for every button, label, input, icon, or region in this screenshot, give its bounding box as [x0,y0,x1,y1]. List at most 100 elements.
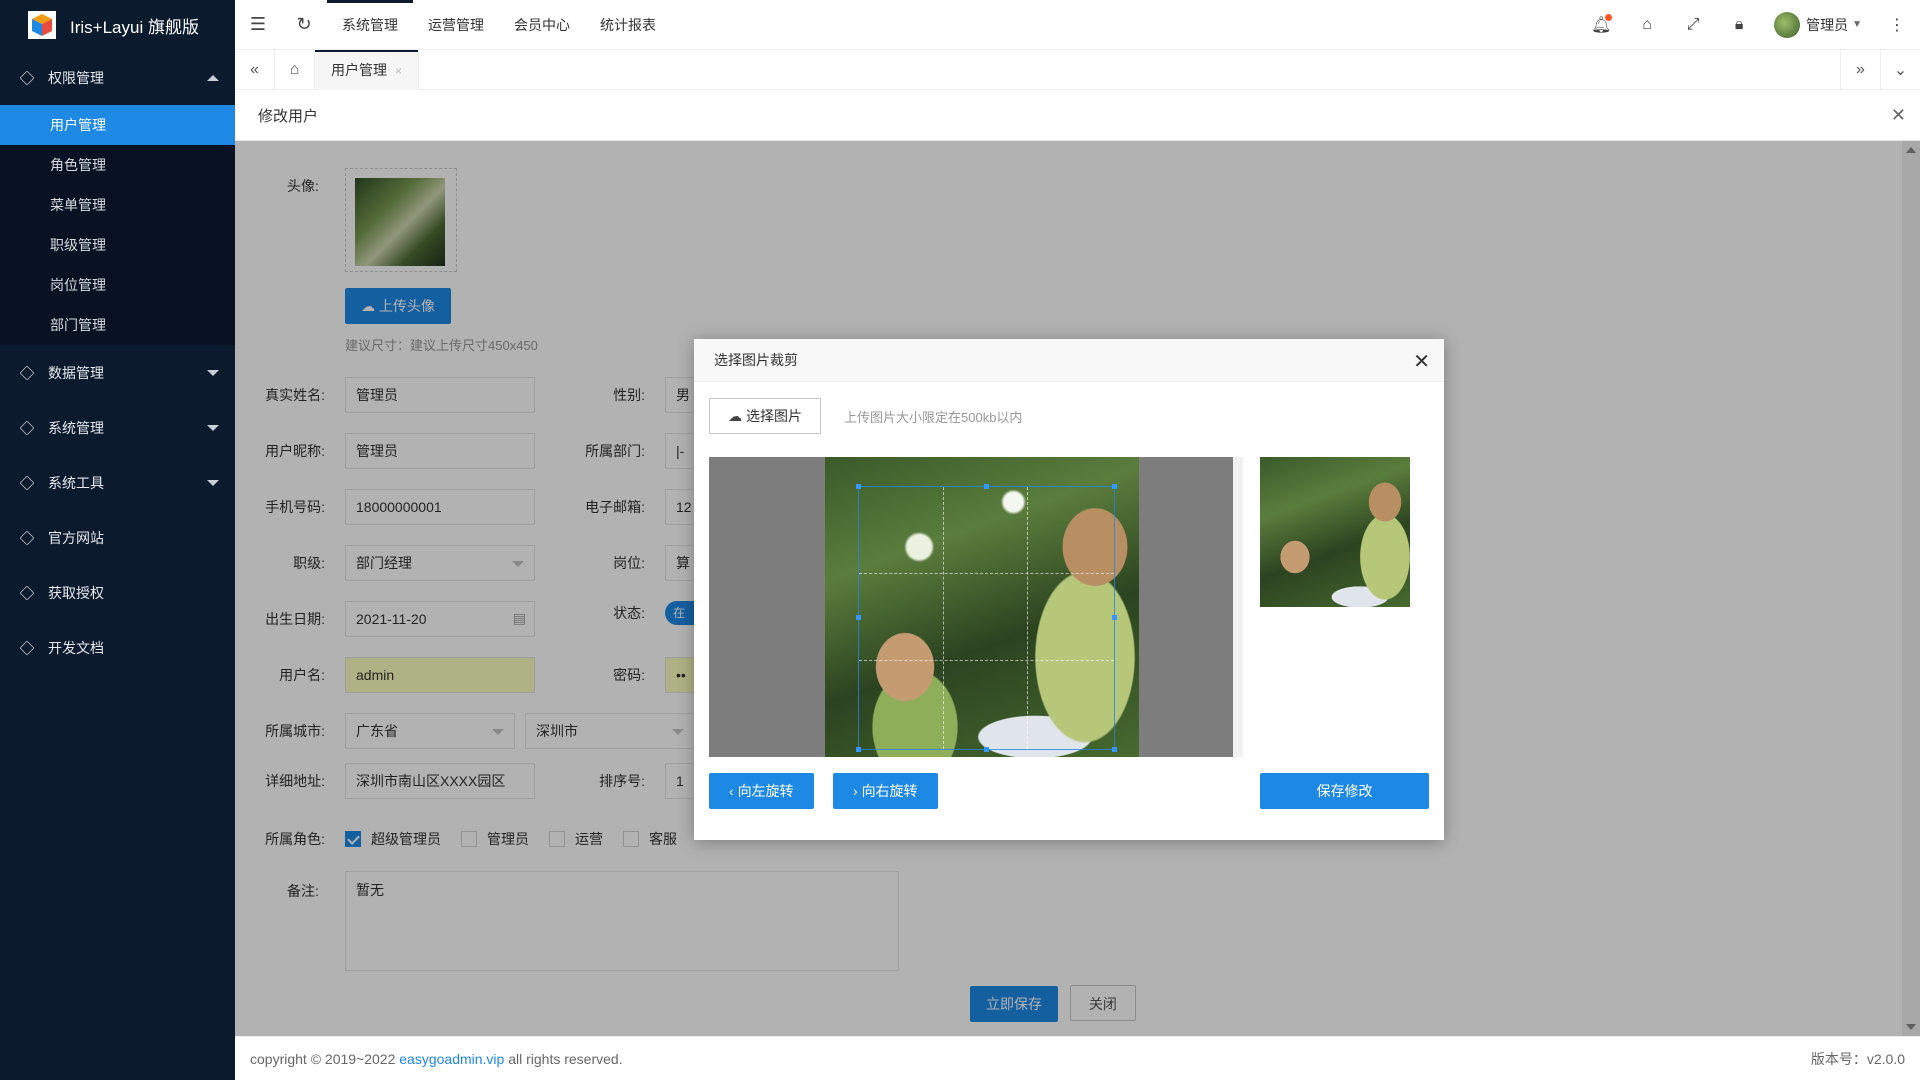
save-crop-button[interactable]: 保存修改 [1260,773,1429,809]
sidebar-item-dept[interactable]: 部门管理 [0,305,235,345]
chevron-right-icon: › [853,783,862,799]
tab-scroll-left-icon[interactable]: « [235,50,275,90]
cube-icon [19,420,35,435]
footer: copyright © 2019~2022 easygoadmin.vip al… [235,1036,1920,1080]
home-icon[interactable]: ⌂ [275,50,315,90]
nav-group-website[interactable]: 官方网站 [0,510,235,565]
rotate-right-label: 向右旋转 [861,783,918,799]
cube-icon [19,475,35,490]
nav-group-label: 开发文档 [48,639,104,656]
nav-group-label: 系统工具 [48,474,104,491]
bell-icon[interactable]: 🔔︎ [1578,0,1624,50]
cube-icon [19,640,35,655]
upload-size-hint: 上传图片大小限定在500kb以内 [844,410,1023,425]
modal-close-icon[interactable]: ✕ [1413,349,1430,374]
caret-down-icon [207,425,219,431]
guide-line [859,659,1114,661]
caret-down-icon [207,370,219,376]
rotate-left-label: 向左旋转 [737,783,794,799]
layer-title: 修改用户 [258,108,319,125]
resize-handle[interactable] [1112,615,1117,620]
modal-header: 选择图片裁剪 ✕ [694,339,1444,382]
crop-selection-box[interactable] [856,484,1117,752]
nav-group-permissions[interactable]: 权限管理 [0,50,235,105]
sidebar-item-menu[interactable]: 菜单管理 [0,185,235,225]
refresh-icon[interactable]: ↻ [281,0,327,50]
nav-group-docs[interactable]: 开发文档 [0,620,235,675]
sidebar-item-user[interactable]: 用户管理 [0,105,235,145]
resize-handle[interactable] [856,484,861,489]
modal-title: 选择图片裁剪 [714,352,798,368]
sidebar-item-position[interactable]: 岗位管理 [0,265,235,305]
sidebar-item-role[interactable]: 角色管理 [0,145,235,185]
nav-group-license[interactable]: 获取授权 [0,565,235,620]
nav-group-label: 获取授权 [48,584,104,601]
rotate-right-button[interactable]: › 向右旋转 [833,773,938,809]
copyright-prefix: copyright © 2019~2022 [250,1050,400,1067]
cube-icon [19,530,35,545]
more-vertical-icon[interactable]: ⋮ [1874,0,1920,50]
nav-group-data[interactable]: 数据管理 [0,345,235,400]
nav-group-tools[interactable]: 系统工具 [0,455,235,510]
nav-group-label: 官方网站 [48,529,104,546]
copyright-suffix: all rights reserved. [504,1050,623,1067]
resize-handle[interactable] [984,747,989,752]
user-name: 管理员 [1806,16,1849,33]
rotate-left-button[interactable]: ‹ 向左旋转 [709,773,814,809]
tab-close-icon[interactable]: × [395,64,402,78]
cube-logo-icon [28,11,56,39]
notification-dot [1605,13,1613,21]
resize-handle[interactable] [1112,747,1117,752]
key-icon [19,585,35,600]
tag-icon[interactable]: ⌂ [1624,0,1670,50]
crop-scrollbar[interactable] [1233,457,1243,757]
sidebar-item-level[interactable]: 职级管理 [0,225,235,265]
user-menu[interactable]: 管理员 ▼ [1762,11,1874,38]
top-menu-operations[interactable]: 运营管理 [413,0,499,50]
tab-menu-chevron-icon[interactable]: ⌄ [1880,50,1920,90]
nav-group-system[interactable]: 系统管理 [0,400,235,455]
top-menu-members[interactable]: 会员中心 [499,0,585,50]
choose-image-label: 选择图片 [746,408,802,424]
sub-menu: 用户管理 角色管理 菜单管理 职级管理 岗位管理 部门管理 [0,105,235,345]
layer-close-icon[interactable]: ✕ [1891,105,1906,126]
crop-preview-image [1260,457,1410,607]
crop-canvas[interactable] [709,457,1233,757]
site-link[interactable]: easygoadmin.vip [399,1051,504,1067]
resize-handle[interactable] [1112,484,1117,489]
avatar [1774,11,1801,38]
top-menu-reports[interactable]: 统计报表 [585,0,671,50]
chevron-down-icon: ▼ [1852,19,1862,30]
sidebar: Iris+Layui 旗舰版 权限管理 用户管理 角色管理 菜单管理 职级管理 … [0,0,235,1080]
version-text: 版本号：v2.0.0 [1810,1050,1905,1067]
nav-group-label: 数据管理 [48,364,104,381]
guide-line [943,487,945,749]
tab-user-management[interactable]: 用户管理 × [315,50,420,90]
resize-handle[interactable] [984,484,989,489]
fullscreen-icon[interactable]: ⤢ [1670,0,1716,50]
app-logo[interactable]: Iris+Layui 旗舰版 [0,0,235,50]
guide-line [859,573,1114,575]
nav-group-label: 系统管理 [48,419,104,436]
cube-icon [19,70,35,85]
caret-down-icon [207,480,219,486]
resize-handle[interactable] [856,747,861,752]
crop-modal: 选择图片裁剪 ✕ ☁ 选择图片 上传图片大小限定在500kb以内 ‹ 向左旋转 … [694,339,1444,840]
tab-scroll-right-icon[interactable]: » [1840,50,1880,90]
chevron-left-icon: ‹ [729,783,738,799]
layer-header: 修改用户 ✕ [235,91,1920,141]
guide-line [1027,487,1029,749]
resize-handle[interactable] [856,615,861,620]
menu-fold-icon[interactable]: ☰ [235,0,281,50]
topbar: ☰ ↻ 系统管理 运营管理 会员中心 统计报表 🔔︎ ⌂ ⤢ 🔒︎ 管理员 ▼ … [235,0,1920,50]
cube-icon [19,365,35,380]
app-title: Iris+Layui 旗舰版 [70,17,199,37]
copyright-text: copyright © 2019~2022 easygoadmin.vip al… [250,1051,623,1067]
lock-icon[interactable]: 🔒︎ [1716,0,1762,50]
caret-up-icon [207,75,219,81]
tab-label: 用户管理 [331,62,387,78]
cloud-upload-icon: ☁ [728,407,742,424]
tab-bar: « ⌂ 用户管理 × » ⌄ [235,50,1920,90]
choose-image-button[interactable]: ☁ 选择图片 [709,398,821,434]
top-menu-system[interactable]: 系统管理 [327,0,413,50]
